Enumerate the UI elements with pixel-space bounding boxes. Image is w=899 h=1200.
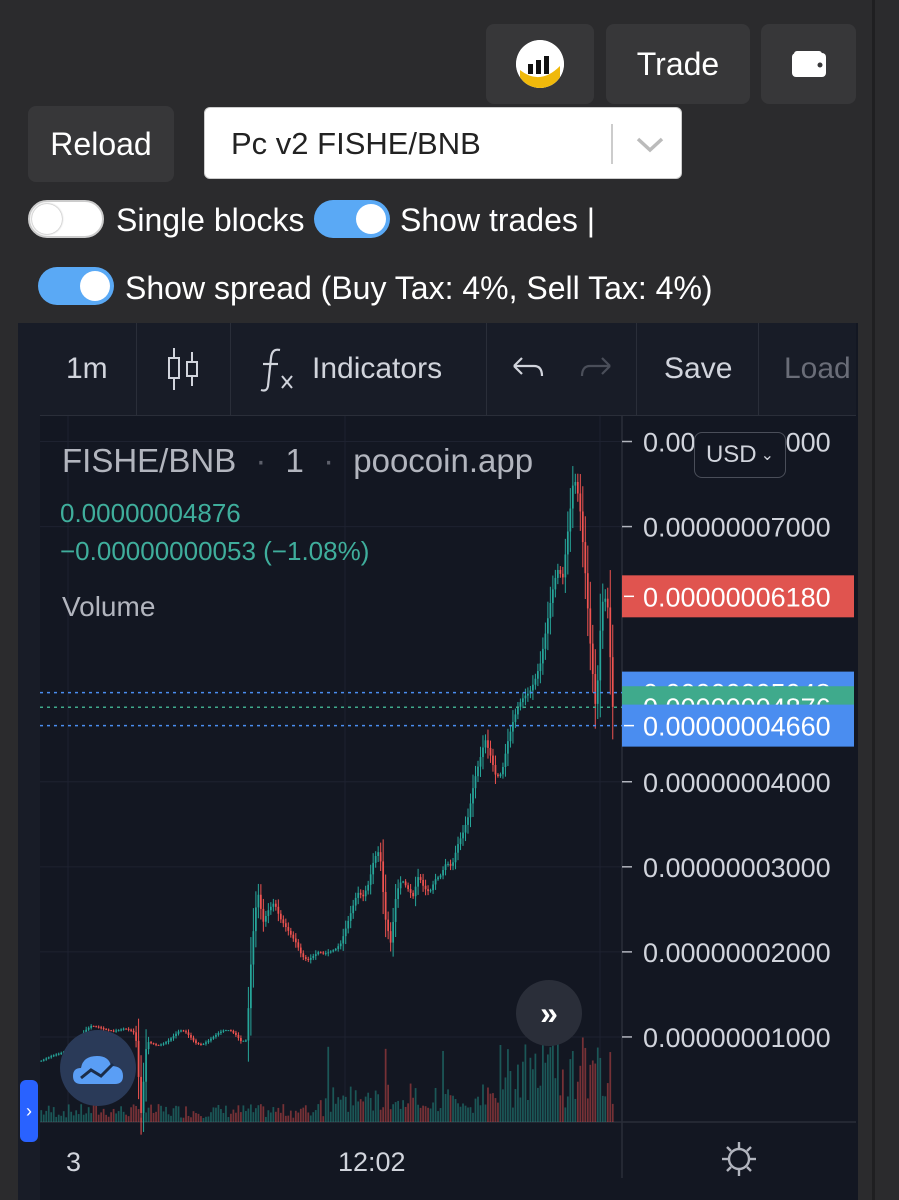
indicators-button[interactable]: Indicators [258, 323, 442, 415]
pair-select-value: Pc v2 FISHE/BNB [231, 126, 481, 161]
poocoin-logo-button[interactable] [486, 24, 594, 104]
select-separator [611, 124, 613, 164]
single-blocks-toggle[interactable] [28, 200, 104, 238]
show-spread-toggle[interactable] [38, 267, 114, 305]
chart-toolbar: 1m Indicators Save Load [40, 323, 856, 416]
pair-select[interactable]: Pc v2 FISHE/BNB [204, 107, 682, 179]
right-rail [872, 0, 875, 1200]
toolbar-divider [136, 323, 137, 415]
poocoin-logo-icon [516, 40, 564, 88]
currency-label: USD [705, 441, 757, 468]
single-blocks-label: Single blocks [116, 202, 305, 238]
candle-type-button[interactable] [166, 323, 200, 415]
chart-left-strip [18, 323, 40, 1200]
cloud-chart-icon [73, 1056, 123, 1084]
indicators-label: Indicators [312, 352, 443, 385]
undo-icon [513, 357, 544, 377]
sidebar-expand-handle[interactable]: › [20, 1080, 38, 1142]
currency-dropdown[interactable]: USD ⌄ [694, 432, 786, 478]
candles-icon [168, 348, 198, 390]
undo-button[interactable] [510, 323, 546, 415]
reload-button[interactable]: Reload [28, 106, 174, 182]
toolbar-divider [486, 323, 487, 415]
redo-icon [580, 357, 611, 377]
show-trades-label: Show trades | [400, 202, 596, 238]
trade-button-label: Trade [636, 45, 720, 82]
scroll-to-realtime-button[interactable]: » [516, 980, 582, 1046]
wallet-icon [791, 51, 826, 77]
tradingview-logo[interactable] [60, 1030, 136, 1106]
toggle-knob [80, 271, 110, 301]
toggle-knob [356, 204, 386, 234]
interval-button[interactable]: 1m [66, 323, 108, 415]
toolbar-divider [636, 323, 637, 415]
double-chevron-right-icon: » [540, 994, 558, 1031]
chevron-right-icon: › [26, 1100, 32, 1121]
toolbar-divider [758, 323, 759, 415]
chevron-down-icon[interactable] [633, 130, 667, 158]
wallet-button[interactable] [761, 24, 856, 104]
trade-button[interactable]: Trade [606, 24, 750, 104]
gear-icon[interactable] [720, 1140, 758, 1178]
show-spread-label: Show spread (Buy Tax: 4%, Sell Tax: 4%) [125, 270, 713, 306]
redo-button[interactable] [578, 323, 614, 415]
save-button[interactable]: Save [664, 323, 732, 415]
function-icon [260, 348, 293, 392]
load-button[interactable]: Load [784, 323, 856, 415]
show-trades-toggle[interactable] [314, 200, 390, 238]
toolbar-divider [230, 323, 231, 415]
toggle-knob [32, 204, 62, 234]
chevron-down-icon: ⌄ [760, 447, 775, 464]
